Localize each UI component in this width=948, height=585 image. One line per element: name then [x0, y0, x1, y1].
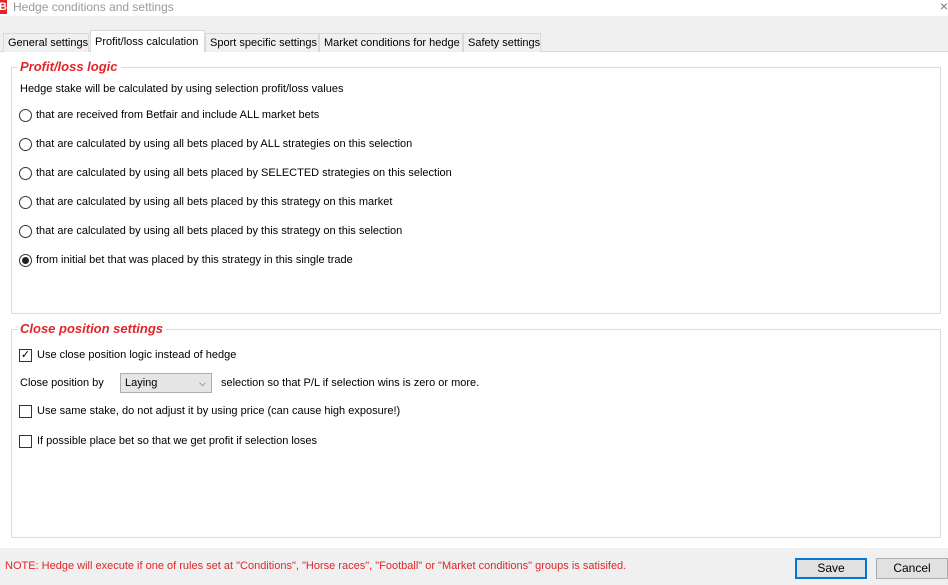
checkbox-label: Use close position logic instead of hedg… [37, 349, 237, 362]
checkbox-checked[interactable]: ✓ [19, 348, 32, 362]
radio-button[interactable] [19, 195, 32, 209]
radio-button[interactable] [19, 166, 32, 180]
chevron-down-icon: ⌵ [199, 378, 206, 388]
radio-button[interactable] [19, 108, 32, 122]
radio-label: that are calculated by using all bets pl… [36, 138, 413, 151]
hedge-note: NOTE: Hedge will execute if one of rules… [5, 560, 627, 572]
tab-safety-settings[interactable]: Safety settings [463, 33, 541, 52]
close-position-group: Close position settings ✓ Use close posit… [11, 321, 941, 538]
close-position-title: Close position settings [17, 321, 167, 337]
checkbox-label: Use same stake, do not adjust it by usin… [37, 405, 401, 418]
tab-profit-loss-calculation[interactable]: Profit/loss calculation [90, 30, 205, 52]
checkbox[interactable] [19, 434, 32, 448]
save-button[interactable]: Save [795, 558, 867, 579]
close-by-label: Close position by [20, 377, 104, 389]
title-bar: B Hedge conditions and settings × [0, 0, 948, 16]
checkbox[interactable] [19, 404, 32, 418]
radio-button[interactable] [19, 137, 32, 151]
close-by-dropdown[interactable]: Laying ⌵ [120, 373, 212, 393]
same-stake-option[interactable]: Use same stake, do not adjust it by usin… [19, 404, 400, 418]
close-position-by-row: Close position by Laying ⌵ selection so … [20, 373, 620, 393]
tab-panel: Profit/loss logic Hedge stake will be ca… [0, 52, 948, 548]
radio-option-this-strategy-selection[interactable]: that are calculated by using all bets pl… [19, 224, 402, 238]
profit-loss-description: Hedge stake will be calculated by using … [20, 83, 344, 95]
close-icon[interactable]: × [940, 0, 948, 14]
tab-general-settings[interactable]: General settings [3, 33, 89, 52]
radio-label: that are calculated by using all bets pl… [36, 196, 393, 209]
radio-option-this-strategy-market[interactable]: that are calculated by using all bets pl… [19, 195, 392, 209]
window-title: Hedge conditions and settings [13, 0, 174, 14]
cancel-button[interactable]: Cancel [876, 558, 948, 579]
app-logo-icon: B [0, 0, 7, 14]
profit-loss-logic-group: Profit/loss logic Hedge stake will be ca… [11, 59, 941, 314]
profit-loss-logic-title: Profit/loss logic [17, 59, 121, 75]
radio-label: that are calculated by using all bets pl… [36, 225, 403, 238]
radio-option-betfair-all[interactable]: that are received from Betfair and inclu… [19, 108, 319, 122]
close-by-suffix: selection so that P/L if selection wins … [221, 377, 480, 389]
radio-button-checked[interactable] [19, 253, 32, 267]
checkbox-label: If possible place bet so that we get pro… [37, 435, 318, 448]
close-by-value: Laying [125, 377, 158, 389]
radio-button[interactable] [19, 224, 32, 238]
radio-label: that are received from Betfair and inclu… [36, 109, 320, 122]
radio-label: from initial bet that was placed by this… [36, 254, 353, 267]
radio-label: that are calculated by using all bets pl… [36, 167, 452, 180]
tab-sport-specific-settings[interactable]: Sport specific settings [205, 33, 319, 52]
tab-market-conditions[interactable]: Market conditions for hedge [319, 33, 463, 52]
use-close-logic-option[interactable]: ✓ Use close position logic instead of hed… [19, 348, 236, 362]
radio-option-selected-strategies[interactable]: that are calculated by using all bets pl… [19, 166, 452, 180]
radio-option-all-strategies[interactable]: that are calculated by using all bets pl… [19, 137, 412, 151]
profit-if-loses-option[interactable]: If possible place bet so that we get pro… [19, 434, 317, 448]
tab-strip: General settings Profit/loss calculation… [0, 30, 948, 52]
radio-option-initial-bet[interactable]: from initial bet that was placed by this… [19, 253, 353, 267]
